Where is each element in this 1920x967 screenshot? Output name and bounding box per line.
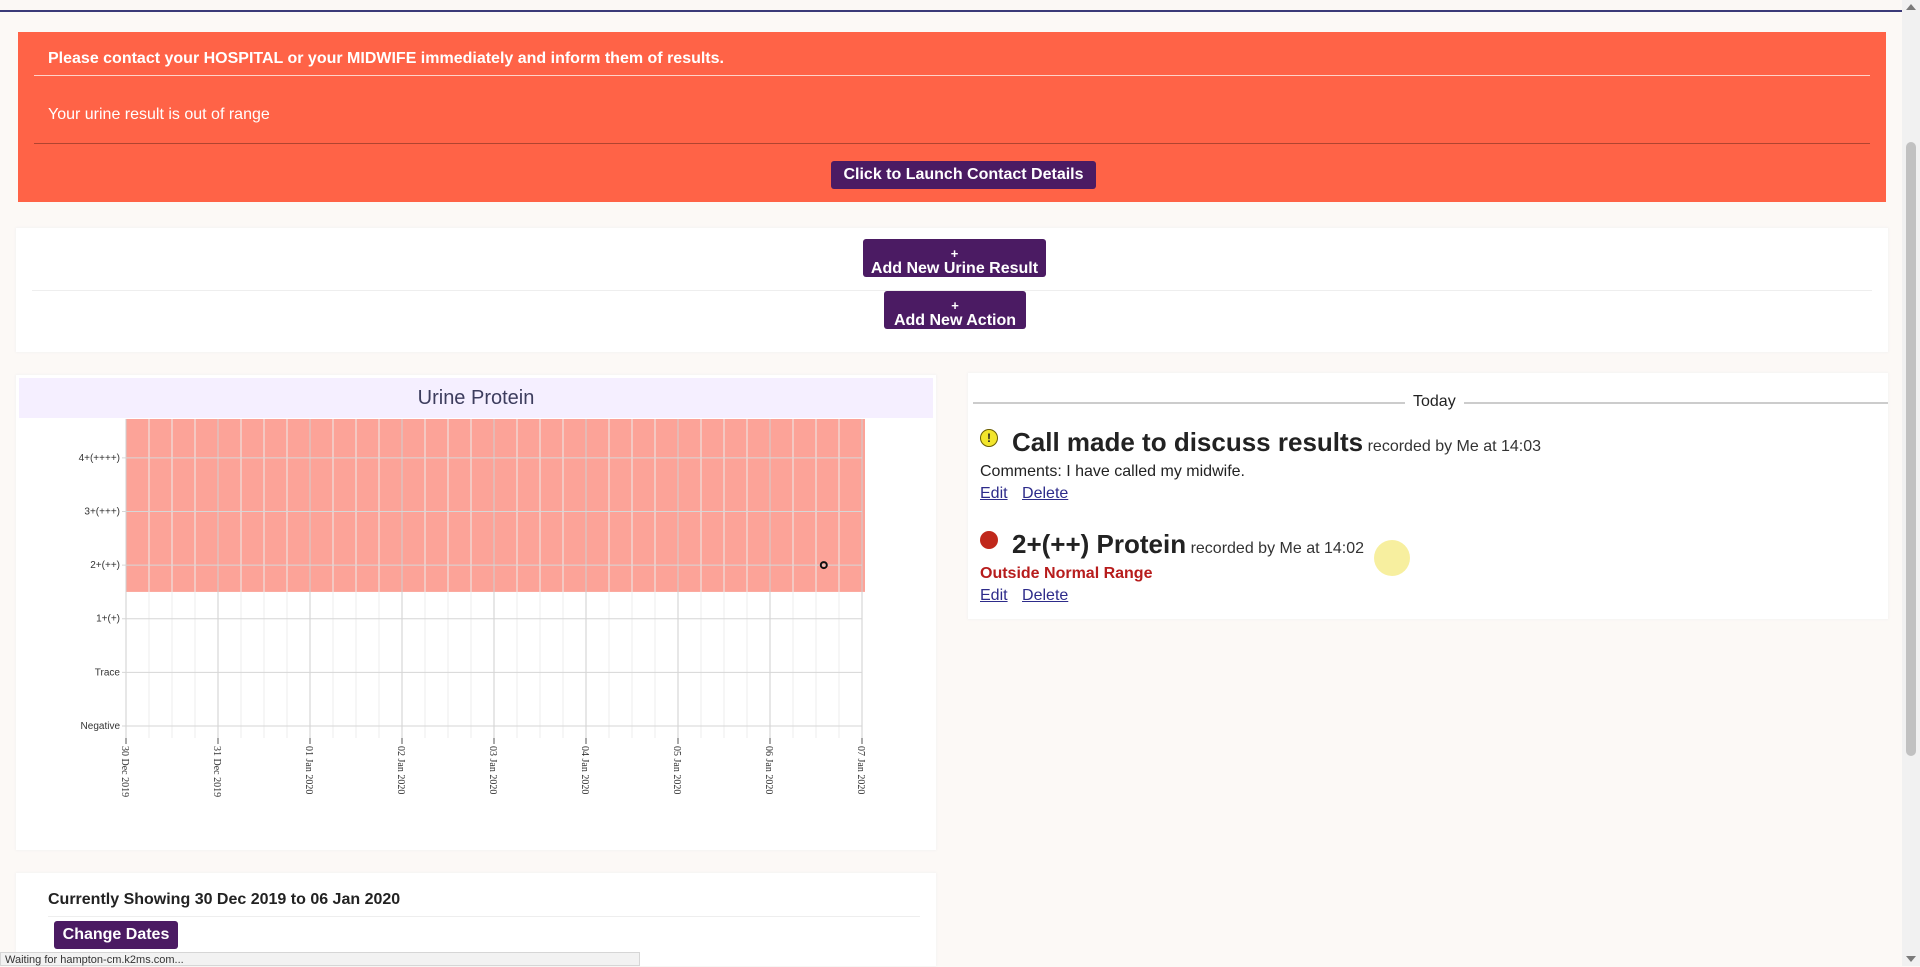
add-urine-result-label: Add New Urine Result [870, 259, 1039, 277]
alert-contact-message: Please contact your HOSPITAL or your MID… [48, 50, 724, 67]
scroll-up-arrow-icon[interactable] [1906, 4, 1916, 10]
red-dot-icon [980, 531, 998, 549]
x-tick-label: 04 Jan 2020 [579, 746, 590, 794]
delete-link[interactable]: Delete [1022, 485, 1068, 502]
plus-icon: + [950, 245, 959, 261]
browser-status-bar: Waiting for hampton-cm.k2ms.com... [0, 952, 640, 966]
event-recorded: recorded by Me at 14:02 [1190, 540, 1365, 557]
alert-result-message: Your urine result is out of range [48, 106, 270, 123]
plus-icon: + [951, 297, 959, 313]
urine-protein-chart-card: Urine Protein Negative Trace 1+(+) 2+(++) 3+… [16, 375, 936, 850]
out-of-range-band [126, 419, 865, 592]
add-action-button[interactable]: + Add New Action [884, 291, 1026, 329]
x-tick-label: 05 Jan 2020 [671, 746, 682, 794]
page-scrollbar[interactable] [1902, 0, 1920, 966]
timeline-day-label: Today [1405, 393, 1464, 411]
event-comments: Comments: I have called my midwife. [980, 463, 1245, 480]
scroll-thumb[interactable] [1906, 142, 1916, 756]
launch-contact-details-button[interactable]: Click to Launch Contact Details [831, 161, 1096, 189]
change-dates-button[interactable]: Change Dates [54, 921, 178, 949]
warning-icon: ! [980, 429, 998, 447]
showing-range: 30 Dec 2019 to 06 Jan 2020 [194, 891, 401, 908]
y-tick-label: Negative [81, 721, 121, 732]
actions-panel: + Add New Urine Result + Add New Action [16, 228, 1888, 352]
edit-link[interactable]: Edit [980, 485, 1008, 502]
x-tick-label: 01 Jan 2020 [303, 746, 314, 794]
y-tick-label: 1+(+) [96, 614, 120, 625]
scroll-down-arrow-icon[interactable] [1906, 956, 1916, 962]
urine-protein-chart: Negative Trace 1+(+) 2+(++) 3+(+++) 4+(++++) 3… [79, 419, 866, 797]
y-tick-label: 3+(+++) [84, 506, 120, 517]
x-tick-label: 31 Dec 2019 [211, 746, 222, 797]
x-tick-label: 02 Jan 2020 [395, 746, 406, 794]
y-tick-label: Trace [95, 667, 121, 678]
add-urine-result-button[interactable]: + Add New Urine Result [863, 239, 1046, 277]
results-timeline: Today ! Call made to discuss results rec… [968, 373, 1888, 619]
add-action-label: Add New Action [893, 311, 1017, 329]
x-tick-label: 06 Jan 2020 [763, 746, 774, 794]
out-of-range-alert: Please contact your HOSPITAL or your MID… [18, 32, 1886, 202]
y-tick-label: 4+(++++) [79, 453, 120, 464]
top-border [0, 0, 1902, 12]
date-divider [48, 916, 920, 917]
x-tick-label: 07 Jan 2020 [855, 746, 866, 794]
showing-label: Currently Showing [48, 891, 191, 908]
event-title: 2+(++) Protein [1012, 529, 1187, 559]
delete-link[interactable]: Delete [1022, 587, 1068, 604]
x-tick-label: 30 Dec 2019 [119, 746, 130, 797]
event-recorded: recorded by Me at 14:03 [1367, 438, 1542, 455]
event-title: Call made to discuss results [1012, 427, 1364, 457]
out-of-range-label: Outside Normal Range [980, 565, 1153, 582]
alert-divider [34, 143, 1870, 144]
alert-divider [34, 75, 1870, 76]
y-tick-label: 2+(++) [90, 560, 120, 571]
edit-link[interactable]: Edit [980, 587, 1008, 604]
x-tick-label: 03 Jan 2020 [487, 746, 498, 794]
date-range-text: Currently Showing 30 Dec 2019 to 06 Jan … [48, 891, 400, 909]
mouse-cursor-highlight [1374, 540, 1410, 576]
